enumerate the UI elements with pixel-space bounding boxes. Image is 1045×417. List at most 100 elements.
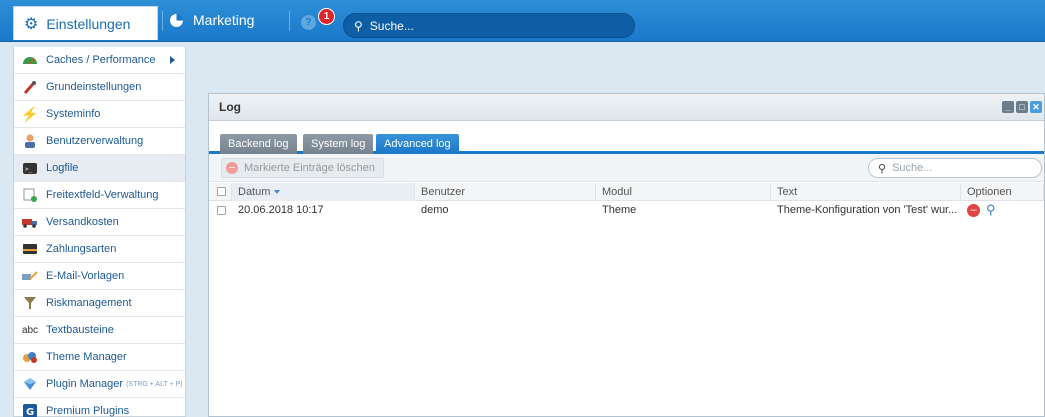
delete-row-icon[interactable]: – [967, 203, 980, 217]
abc-icon: abc [21, 324, 39, 336]
sidebar-item-email-vorlagen[interactable]: E-Mail-Vorlagen [14, 263, 185, 290]
svg-text:>_: >_ [25, 166, 33, 173]
cell-user: demo [421, 204, 449, 216]
sidebar-item-premium-plugins[interactable]: G Premium Plugins [14, 398, 185, 417]
sidebar-item-label: Benutzerverwaltung [46, 135, 144, 147]
table-row[interactable]: 20.06.2018 10:17 demo Theme Theme-Konfig… [209, 201, 1044, 219]
lightning-icon: ⚡ [21, 105, 39, 122]
plugin-icon [22, 377, 38, 391]
tab-backend-log[interactable]: Backend log [220, 134, 297, 154]
sidebar-item-label: E-Mail-Vorlagen [46, 270, 125, 282]
sidebar-item-textbausteine[interactable]: abc Textbausteine [14, 317, 185, 344]
search-icon: ⚲ [354, 18, 363, 33]
cell-text: Theme-Konfiguration von 'Test' wur... [777, 204, 958, 216]
column-header-modul[interactable]: Modul [596, 182, 771, 201]
column-header-label: Datum [238, 185, 271, 198]
maximize-icon[interactable]: □ [1016, 101, 1028, 113]
minimize-icon[interactable]: _ [1002, 101, 1014, 113]
sidebar-item-label: Premium Plugins [46, 405, 130, 417]
settings-sidebar: Caches / Performance Grundeinstellungen … [13, 47, 186, 417]
sidebar-item-theme-manager[interactable]: Theme Manager [14, 344, 185, 371]
cell-module: Theme [602, 204, 637, 216]
sidebar-item-plugin-manager[interactable]: Plugin Manager (STRG + ALT + P) [14, 371, 185, 398]
column-header-benutzer[interactable]: Benutzer [415, 182, 596, 201]
filter-icon [22, 296, 38, 310]
sidebar-item-versandkosten[interactable]: Versandkosten [14, 209, 185, 236]
top-bar: ⚙ Einstellungen Marketing ? 1 ⚲ Suche... [0, 0, 1045, 42]
delete-selected-label: Markierte Einträge löschen [244, 162, 375, 174]
log-grid: Datum Benutzer Modul Text Optionen 20.06… [209, 182, 1044, 219]
marketing-menu-button[interactable]: Marketing [170, 12, 254, 28]
close-icon[interactable]: ✕ [1030, 101, 1042, 113]
column-header-optionen: Optionen [961, 182, 1044, 201]
cell-options: – ⚲ [961, 201, 1044, 219]
chevron-right-icon [170, 56, 175, 64]
sidebar-item-caches[interactable]: Caches / Performance [14, 47, 185, 74]
column-header-datum[interactable]: Datum [232, 182, 415, 201]
search-icon: ⚲ [878, 162, 887, 175]
sort-desc-icon [274, 189, 281, 194]
sidebar-item-freitextfeld[interactable]: Freitextfeld-Verwaltung [14, 182, 185, 209]
grid-toolbar: – Markierte Einträge löschen ⚲ Suche... [209, 154, 1044, 182]
sidebar-item-label: Grundeinstellungen [46, 81, 142, 93]
shortcut-hint: (STRG + ALT + P) [126, 380, 183, 388]
pie-chart-icon [170, 13, 183, 27]
global-search-input[interactable]: ⚲ Suche... [343, 13, 635, 38]
log-tabs: Backend log System log Advanced log [209, 121, 1044, 154]
sidebar-item-label: Freitextfeld-Verwaltung [46, 189, 159, 201]
row-checkbox[interactable] [217, 205, 226, 215]
divider [289, 11, 290, 31]
window-controls: _ □ ✕ [1002, 101, 1042, 113]
global-search-placeholder: Suche... [369, 18, 414, 33]
svg-text:G: G [26, 407, 34, 417]
grid-header-row: Datum Benutzer Modul Text Optionen [209, 182, 1044, 201]
sidebar-item-logfile[interactable]: >_ Logfile [14, 155, 185, 182]
user-icon [22, 134, 38, 148]
sidebar-item-zahlungsarten[interactable]: Zahlungsarten [14, 236, 185, 263]
divider [162, 11, 163, 31]
window-title: Log [219, 100, 241, 114]
view-details-icon[interactable]: ⚲ [986, 202, 996, 218]
help-icon[interactable]: ? [301, 15, 316, 30]
settings-label: Einstellungen [46, 15, 131, 32]
terminal-icon: >_ [22, 161, 38, 175]
gear-icon: ⚙ [24, 15, 39, 33]
sidebar-item-label: Theme Manager [46, 351, 127, 363]
mail-icon [22, 269, 38, 283]
delete-selected-button[interactable]: – Markierte Einträge löschen [221, 158, 384, 178]
sidebar-item-label: Zahlungsarten [46, 243, 117, 255]
form-add-icon [22, 188, 38, 202]
sidebar-item-label: Caches / Performance [46, 54, 156, 66]
sidebar-item-label: Plugin Manager [46, 378, 124, 390]
truck-icon [22, 215, 38, 229]
grid-search-input[interactable]: ⚲ Suche... [868, 158, 1042, 178]
sidebar-item-systeminfo[interactable]: ⚡ Systeminfo [14, 101, 185, 128]
marketing-label: Marketing [193, 12, 255, 28]
sidebar-item-label: Versandkosten [46, 216, 119, 228]
select-all-checkbox-cell [209, 182, 232, 201]
sidebar-item-label: Riskmanagement [46, 297, 132, 309]
wrench-icon [22, 80, 38, 94]
premium-icon: G [22, 404, 38, 417]
window-titlebar[interactable]: Log _ □ ✕ [209, 94, 1044, 121]
cell-date: 20.06.2018 10:17 [238, 204, 324, 216]
settings-menu-button[interactable]: ⚙ Einstellungen [13, 6, 158, 40]
grid-search-placeholder: Suche... [892, 162, 933, 174]
row-checkbox-cell [209, 201, 232, 219]
tab-advanced-log[interactable]: Advanced log [376, 134, 459, 154]
sidebar-item-label: Logfile [46, 162, 79, 174]
speedometer-icon [22, 53, 38, 67]
sidebar-item-riskmanagement[interactable]: Riskmanagement [14, 290, 185, 317]
sidebar-item-label: Textbausteine [46, 324, 114, 336]
select-all-checkbox[interactable] [217, 187, 226, 196]
minus-circle-icon: – [226, 162, 238, 174]
sidebar-item-benutzerverwaltung[interactable]: Benutzerverwaltung [14, 128, 185, 155]
sidebar-item-grundeinstellungen[interactable]: Grundeinstellungen [14, 74, 185, 101]
tab-system-log[interactable]: System log [303, 134, 374, 154]
sidebar-item-label: Systeminfo [46, 108, 101, 120]
column-header-text[interactable]: Text [771, 182, 961, 201]
palette-icon [22, 350, 38, 364]
credit-card-icon [22, 242, 38, 256]
notification-badge[interactable]: 1 [318, 8, 335, 25]
log-window: Log _ □ ✕ Backend log System log Advance… [208, 93, 1045, 417]
